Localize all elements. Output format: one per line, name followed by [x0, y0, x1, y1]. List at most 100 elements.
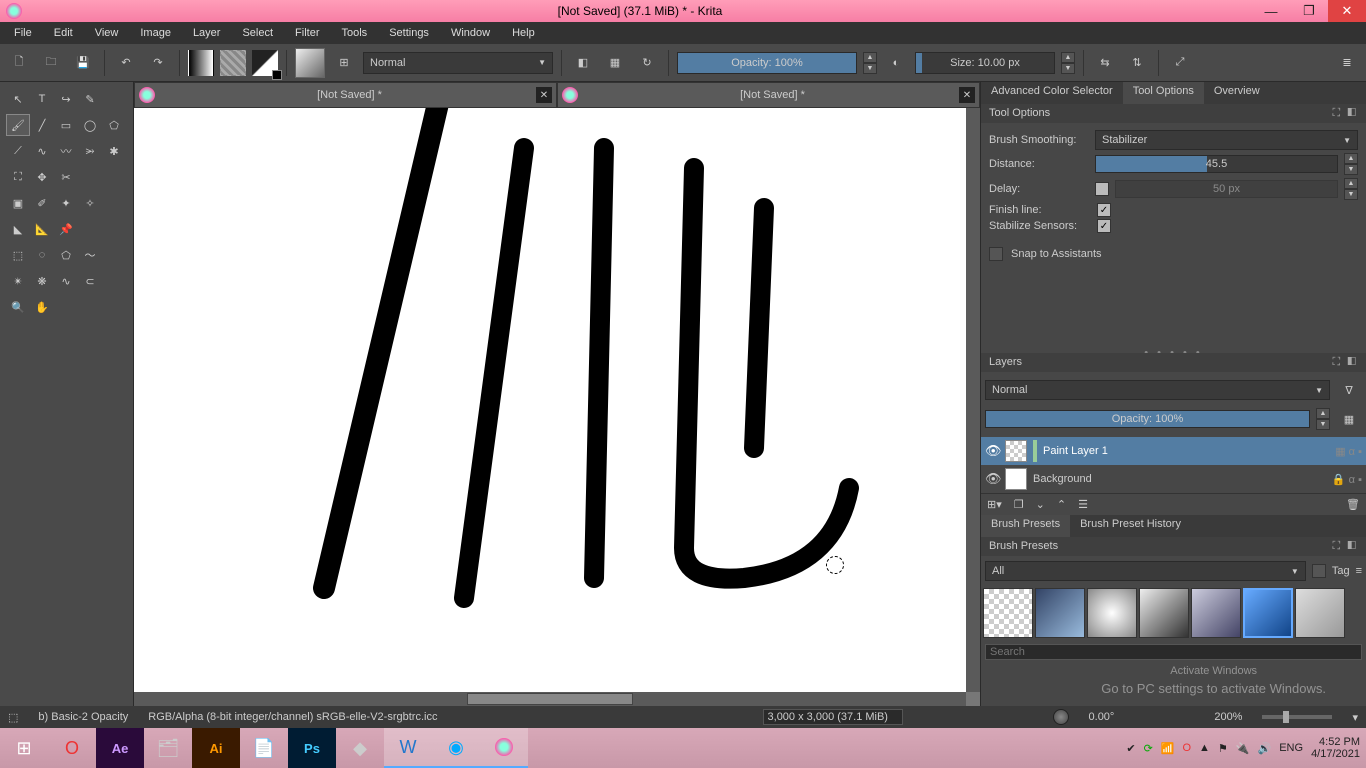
tray-lang[interactable]: ENG: [1279, 742, 1303, 754]
document-tab-1[interactable]: [Not Saved] * ✕: [134, 82, 557, 108]
select-free-tool-icon[interactable]: 〜: [78, 244, 102, 266]
taskbar-aftereffects-icon[interactable]: Ae: [96, 728, 144, 768]
visibility-icon[interactable]: 👁: [985, 443, 999, 459]
crop-tool-icon[interactable]: ⛶: [6, 166, 30, 188]
layer-row[interactable]: 👁 Paint Layer 1 ▦ α ▪: [981, 437, 1366, 465]
reload-preset-icon[interactable]: ↻: [634, 50, 660, 76]
select-bezier-tool-icon[interactable]: ∿: [54, 270, 78, 292]
layer-filter-icon[interactable]: ∇: [1336, 377, 1362, 403]
distance-slider[interactable]: 45.5: [1095, 155, 1338, 173]
layer-name[interactable]: Background: [1033, 473, 1326, 485]
brush-preset-item[interactable]: [1191, 588, 1241, 638]
status-dimensions-input[interactable]: [763, 709, 903, 725]
layer-opacity-slider[interactable]: Opacity: 100%: [985, 410, 1310, 428]
menu-image[interactable]: Image: [130, 25, 181, 41]
freetransform-tool-icon[interactable]: ↪: [54, 88, 78, 110]
eraser-icon[interactable]: ◧: [570, 50, 596, 76]
multi-brush-tool-icon[interactable]: ✱: [102, 140, 126, 162]
taskbar-app-icon[interactable]: ◉: [432, 728, 480, 768]
taskbar-krita-icon[interactable]: [480, 728, 528, 768]
canvas[interactable]: [134, 108, 980, 706]
menu-window[interactable]: Window: [441, 25, 500, 41]
mirror-v-icon[interactable]: ⇅: [1124, 50, 1150, 76]
brush-preset-item[interactable]: [1243, 588, 1293, 638]
freehand-brush-tool-icon[interactable]: 🖌: [6, 114, 30, 136]
new-file-icon[interactable]: 🗋: [6, 50, 32, 76]
menu-help[interactable]: Help: [502, 25, 545, 41]
rect-tool-icon[interactable]: ▭: [54, 114, 78, 136]
pattern-picker-icon[interactable]: [220, 50, 246, 76]
workspace-chooser-icon[interactable]: ≣: [1334, 50, 1360, 76]
line-tool-icon[interactable]: ╱: [30, 114, 54, 136]
tray-network-icon[interactable]: 📶: [1161, 742, 1175, 755]
close-button[interactable]: ✕: [1328, 0, 1366, 22]
transform-layer-tool-icon[interactable]: ✂: [54, 166, 78, 188]
menu-filter[interactable]: Filter: [285, 25, 329, 41]
pan-tool-icon[interactable]: ✋: [30, 296, 54, 318]
delete-layer-icon[interactable]: 🗑: [1346, 498, 1360, 511]
preset-filter-select[interactable]: All▼: [985, 561, 1306, 581]
tray-clock[interactable]: 4:52 PM4/17/2021: [1311, 736, 1360, 760]
opacity-slider[interactable]: Opacity: 100%: [677, 52, 857, 74]
select-ellipse-tool-icon[interactable]: ◌: [30, 244, 54, 266]
taskbar-inkscape-icon[interactable]: ◆: [336, 728, 384, 768]
menu-file[interactable]: File: [4, 25, 42, 41]
layer-properties-icon[interactable]: ☰: [1078, 498, 1088, 511]
rotation-knob[interactable]: [1053, 709, 1069, 725]
save-file-icon[interactable]: 💾: [70, 50, 96, 76]
tab-close-icon[interactable]: ✕: [959, 87, 975, 103]
brush-preset-item[interactable]: [1295, 588, 1345, 638]
tray-volume-icon[interactable]: 🔊: [1258, 742, 1272, 755]
brush-preset-button[interactable]: [295, 48, 325, 78]
snap-checkbox[interactable]: [989, 247, 1003, 261]
menu-settings[interactable]: Settings: [379, 25, 439, 41]
open-file-icon[interactable]: 🗀: [38, 50, 64, 76]
undo-icon[interactable]: ↶: [113, 50, 139, 76]
move-layer-up-icon[interactable]: ⌃: [1057, 498, 1066, 511]
taskbar-document-icon[interactable]: 📄: [240, 728, 288, 768]
select-similar-tool-icon[interactable]: ❋: [30, 270, 54, 292]
reference-tool-icon[interactable]: 📌: [54, 218, 78, 240]
preset-search-input[interactable]: [985, 644, 1362, 660]
layer-thumb-toggle-icon[interactable]: ▦: [1336, 406, 1362, 432]
layer-row[interactable]: 👁 Background 🔒 α ▪: [981, 465, 1366, 493]
menu-layer[interactable]: Layer: [183, 25, 231, 41]
tab-close-icon[interactable]: ✕: [536, 87, 552, 103]
size-slider[interactable]: Size: 10.00 px: [915, 52, 1055, 74]
taskbar-explorer-icon[interactable]: 🗂: [144, 728, 192, 768]
redo-icon[interactable]: ↷: [145, 50, 171, 76]
finish-line-checkbox[interactable]: ✓: [1097, 203, 1111, 217]
select-contiguous-tool-icon[interactable]: ✴: [6, 270, 30, 292]
size-spin[interactable]: ▲▼: [1061, 52, 1075, 74]
preset-tag-checkbox[interactable]: [1312, 564, 1326, 578]
move-tool-icon[interactable]: ↖: [6, 88, 30, 110]
taskbar-photoshop-icon[interactable]: Ps: [288, 728, 336, 768]
transform-tool-icon[interactable]: T: [30, 88, 54, 110]
layer-flags-icon[interactable]: ▦ α ▪: [1335, 445, 1362, 458]
tab-tool-options[interactable]: Tool Options: [1123, 82, 1204, 104]
tab-brush-presets[interactable]: Brush Presets: [981, 515, 1070, 537]
brush-editor-icon[interactable]: ⊞: [331, 50, 357, 76]
minimize-button[interactable]: —: [1252, 0, 1290, 22]
polyline-tool-icon[interactable]: ⟋: [6, 140, 30, 162]
tag-menu-icon[interactable]: ≡: [1356, 565, 1362, 577]
panel-controls-icon[interactable]: ⛶ ◧: [1332, 356, 1358, 369]
layer-name[interactable]: Paint Layer 1: [1043, 445, 1329, 457]
tray-power-icon[interactable]: 🔌: [1236, 742, 1250, 755]
menu-edit[interactable]: Edit: [44, 25, 83, 41]
dynamic-brush-tool-icon[interactable]: ⭃: [78, 140, 102, 162]
distance-spin[interactable]: ▲▼: [1344, 153, 1358, 175]
edit-shapes-tool-icon[interactable]: ✎: [78, 88, 102, 110]
gradient-picker-icon[interactable]: [188, 50, 214, 76]
opacity-spin[interactable]: ▲▼: [863, 52, 877, 74]
taskbar-opera-icon[interactable]: O: [48, 728, 96, 768]
maximize-button[interactable]: ❐: [1290, 0, 1328, 22]
move-layer-tool-icon[interactable]: ✥: [30, 166, 54, 188]
taskbar-word-icon[interactable]: W: [384, 728, 432, 768]
fill-tool-icon[interactable]: ▣: [6, 192, 30, 214]
add-layer-icon[interactable]: ⊞▾: [987, 498, 1002, 511]
bezier-tool-icon[interactable]: ∿: [30, 140, 54, 162]
select-magnetic-tool-icon[interactable]: ⊂: [78, 270, 102, 292]
tab-overview[interactable]: Overview: [1204, 82, 1270, 104]
tray-up-icon[interactable]: ▲: [1199, 742, 1210, 754]
